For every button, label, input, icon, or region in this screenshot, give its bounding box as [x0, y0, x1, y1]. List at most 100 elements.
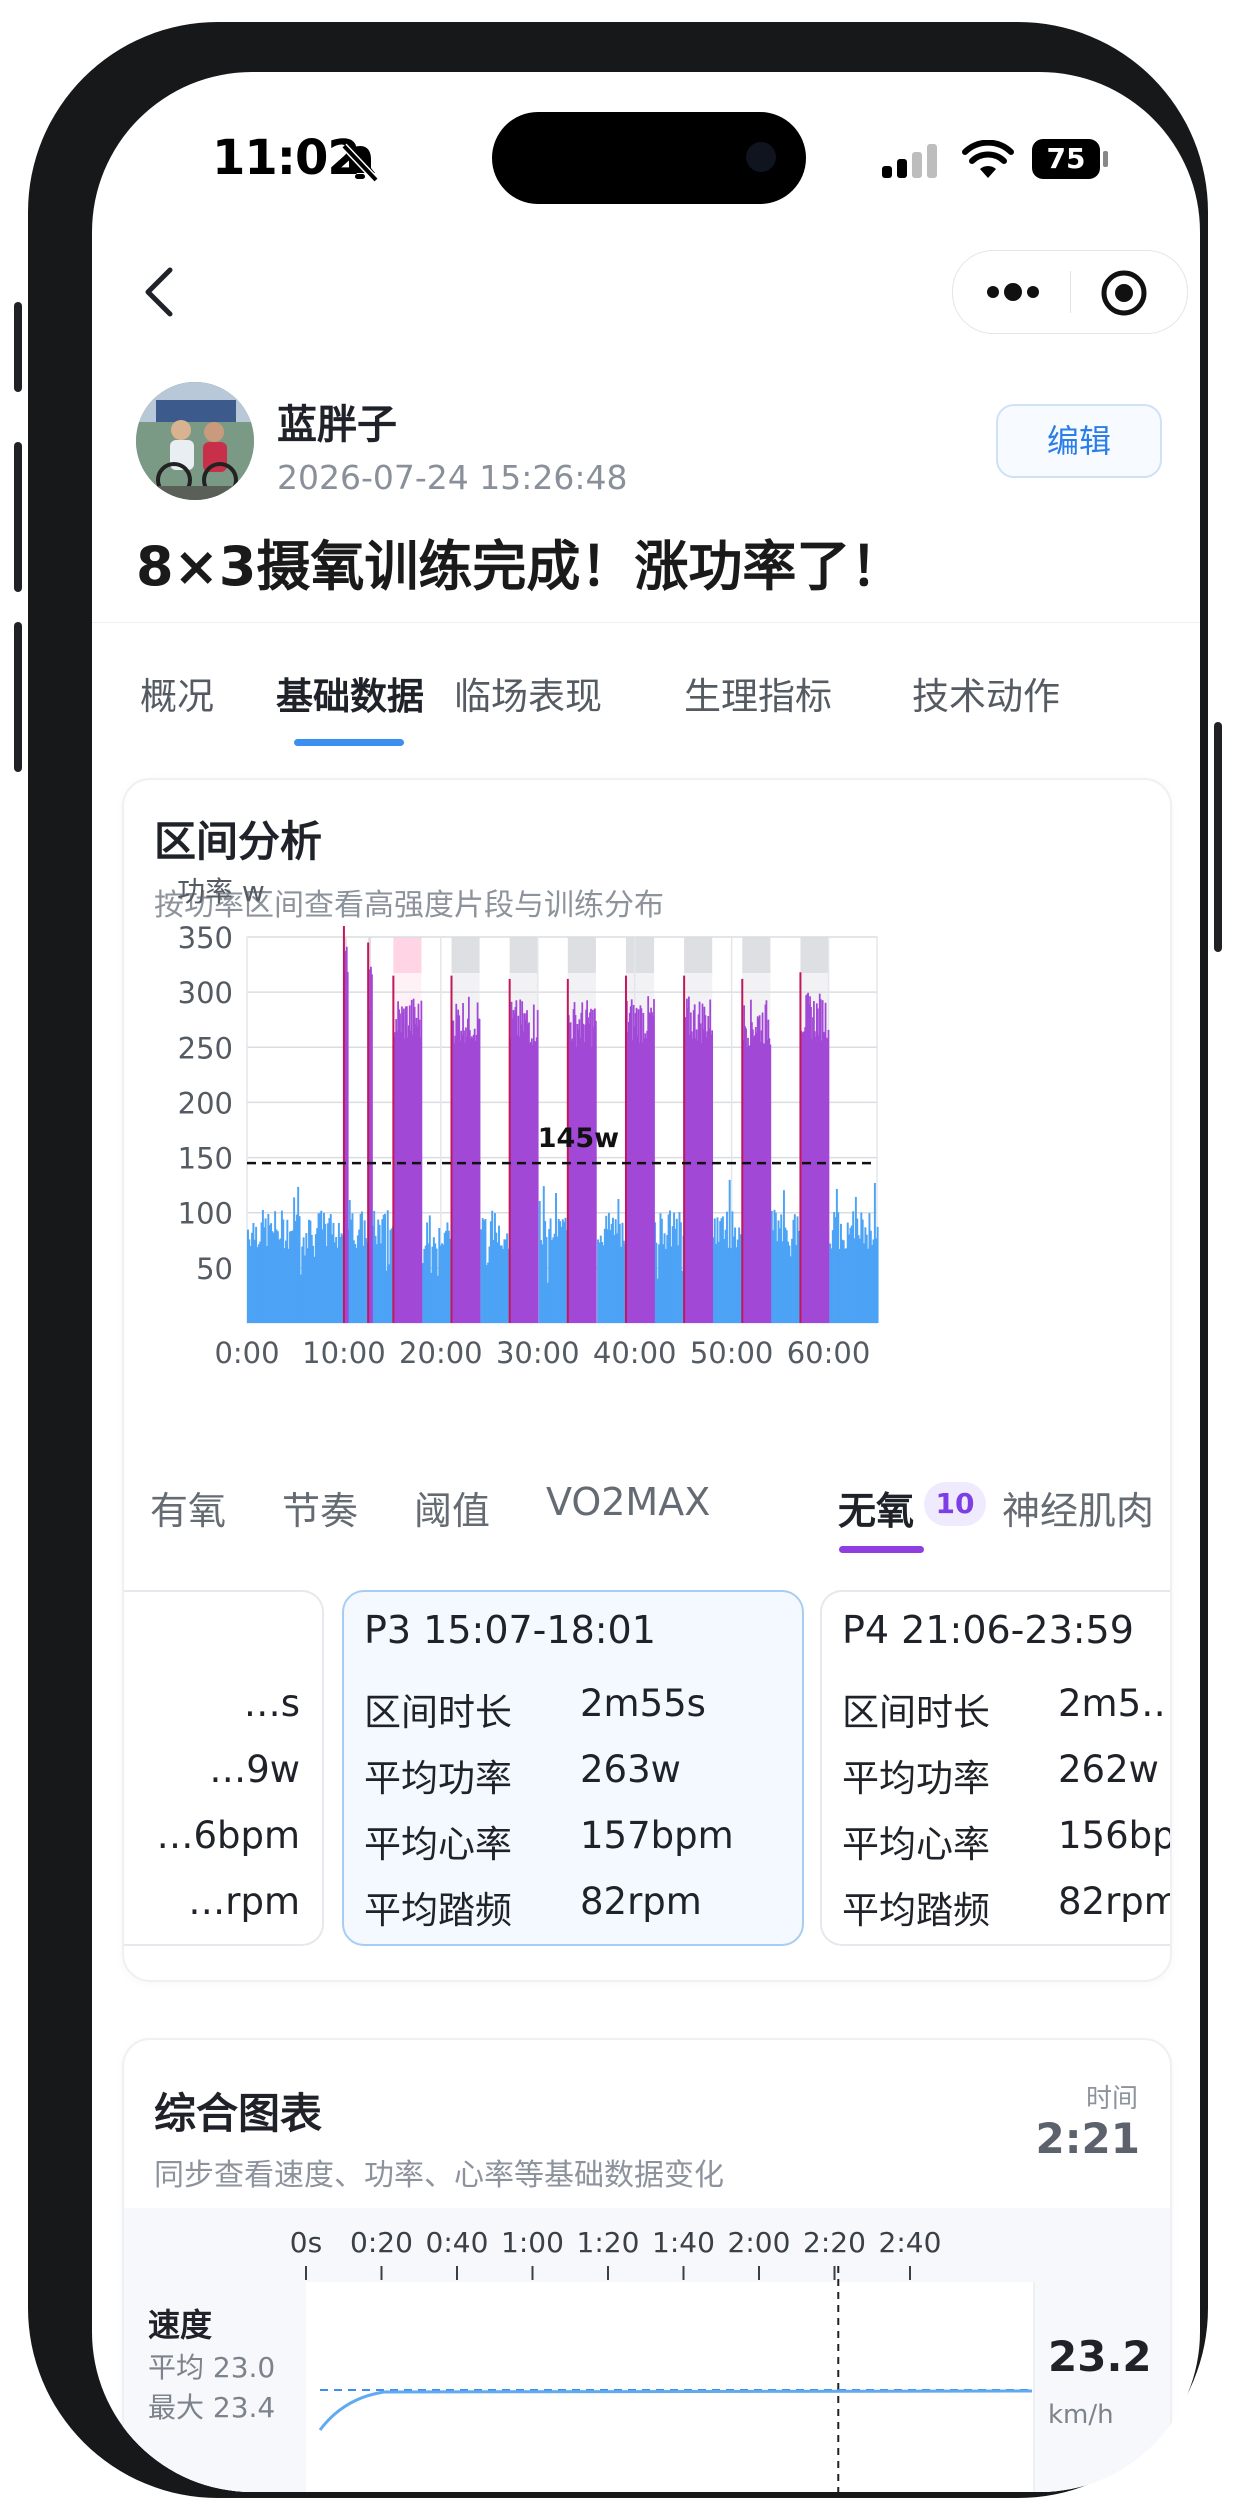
- x-tick-label: 40:00: [593, 1336, 677, 1370]
- y-tick-label: 100: [178, 1197, 233, 1231]
- zone-tab-anaerobic[interactable]: 无氧: [838, 1480, 914, 1535]
- interval-card[interactable]: P2 …:01区间时长…s平均功率…9w平均心率…6bpm平均踏频…rpm: [124, 1590, 324, 1946]
- interval-band: [684, 937, 713, 973]
- interval-row-value: 157bpm: [580, 1814, 734, 1857]
- phone-action-button: [14, 302, 22, 392]
- status-time: 11:02: [212, 130, 361, 186]
- tab-overview[interactable]: 概况: [140, 666, 214, 720]
- dynamic-island: [492, 112, 806, 204]
- speed-current-value: 23.2: [1048, 2332, 1152, 2381]
- interval-power-bar: [371, 974, 373, 1323]
- interval-row-value: 156bpm: [1058, 1814, 1170, 1857]
- interval-row-value: …6bpm: [156, 1814, 300, 1857]
- interval-band: [742, 937, 771, 973]
- user-name[interactable]: 蓝胖子: [277, 392, 397, 450]
- edit-button[interactable]: 编辑: [996, 404, 1162, 478]
- interval-row-label: 区间时长: [842, 1691, 990, 1734]
- interval-row-value: 2m55s: [580, 1682, 706, 1725]
- zone-analysis-card: 区间分析 按功率区间查看高强度片段与训练分布 350 300 250 200 150 10…: [122, 778, 1172, 1982]
- interval-band: [451, 937, 480, 973]
- interval-band: [509, 937, 538, 973]
- more-icon[interactable]: [983, 277, 1043, 307]
- y-tick-label: 150: [178, 1142, 233, 1176]
- interval-carousel[interactable]: P2 …:01区间时长…s平均功率…9w平均心率…6bpm平均踏频…rpm P3 …: [124, 1590, 1170, 1950]
- timeline-tick-label: 1:20: [577, 2226, 640, 2259]
- interval-power-bar: [594, 1020, 597, 1323]
- interval-row-label: 区间时长: [364, 1691, 512, 1734]
- miniprogram-capsule: [952, 250, 1188, 334]
- interval-band: [625, 937, 655, 973]
- bell-off-icon: [341, 143, 379, 182]
- speed-plot-area: [306, 2282, 1034, 2492]
- interval-row-label: 平均踏频: [842, 1889, 990, 1932]
- tab-basic-data[interactable]: 基础数据: [276, 666, 424, 720]
- phone-frame: 11:02 75 蓝胖子 2026-07-24 15:26:48 编辑 8×3摄…: [14, 22, 1222, 2498]
- combined-timeline-chart[interactable]: 0s 0:20 0:40 1:00 1:20 1:40 2:00 2:20 2:40: [124, 2040, 1170, 2492]
- anaerobic-count-badge: 10: [924, 1482, 986, 1526]
- close-target-icon[interactable]: [1099, 268, 1149, 318]
- back-chevron-icon[interactable]: [132, 262, 192, 322]
- timeline-tick-label: 2:40: [879, 2226, 942, 2259]
- zone-tab-aerobic[interactable]: 有氧: [150, 1480, 226, 1535]
- wifi-icon: [962, 140, 1014, 178]
- zone-tab-vo2max[interactable]: VO2MAX: [546, 1480, 710, 1524]
- zone-tab-tempo[interactable]: 节奏: [282, 1480, 358, 1535]
- interval-row-label: 平均心率: [842, 1823, 990, 1866]
- interval-row-value: …rpm: [188, 1880, 300, 1923]
- interval-card[interactable]: P3 15:07-18:01 区间时长 2m55s 平均功率 263w 平均心率 157bp…: [342, 1590, 804, 1946]
- avatar[interactable]: [136, 382, 254, 500]
- interval-row-label: 平均功率: [364, 1757, 512, 1800]
- phone-volume-up-button: [14, 442, 22, 592]
- status-bar: 11:02 75: [92, 72, 1200, 222]
- interval-card[interactable]: P4 21:06-23:59 区间时长 2m5… 平均功率 262w 平均心率 156bpm…: [820, 1590, 1170, 1946]
- app-screen: 11:02 75 蓝胖子 2026-07-24 15:26:48 编辑 8×3摄…: [92, 72, 1200, 2492]
- interval-row-value: 2m5…: [1058, 1682, 1170, 1725]
- power-bar: [876, 1226, 879, 1323]
- timeline-tick-label: 2:00: [728, 2226, 791, 2259]
- interval-power-bar: [827, 1029, 830, 1323]
- avatar-photo: [136, 382, 254, 500]
- threshold-label: 145w: [538, 1123, 619, 1154]
- post-timestamp: 2026-07-24 15:26:48: [277, 458, 628, 497]
- interval-header: P4 21:06-23:59: [842, 1608, 1134, 1652]
- y-tick-label: 250: [178, 1031, 233, 1065]
- battery-icon: 75: [1032, 139, 1100, 179]
- tab-physiology[interactable]: 生理指标: [684, 666, 832, 720]
- x-tick-label: 60:00: [787, 1336, 871, 1370]
- zone-tab-neuromuscular[interactable]: 神经肌肉: [1002, 1480, 1154, 1535]
- tab-technique[interactable]: 技术动作: [912, 666, 1060, 720]
- interval-header: P3 15:07-18:01: [364, 1608, 656, 1652]
- speed-metric-name: 速度: [148, 2306, 213, 2344]
- capsule-divider: [1070, 271, 1071, 313]
- interval-power-bar: [653, 999, 655, 1323]
- y-axis-label: 功率 w: [177, 875, 265, 908]
- timeline-tick-label: 1:40: [652, 2226, 715, 2259]
- section-tabs: 概况 基础数据 临场表现 生理指标 技术动作: [92, 666, 1200, 746]
- timeline-tick-label: 2:20: [803, 2226, 866, 2259]
- x-tick-label: 10:00: [302, 1336, 386, 1370]
- y-tick-label: 200: [178, 1086, 233, 1120]
- interval-power-bar: [346, 971, 349, 1323]
- tab-race-performance[interactable]: 临场表现: [454, 666, 602, 720]
- speed-unit: km/h: [1048, 2400, 1114, 2430]
- x-tick-label: 30:00: [496, 1336, 580, 1370]
- interval-band: [800, 937, 829, 973]
- zone-tab-threshold[interactable]: 阈值: [414, 1480, 490, 1535]
- x-tick-label: 0:00: [214, 1336, 279, 1370]
- combined-chart-card: 综合图表 同步查看速度、功率、心率等基础数据变化 时间 2:21 0s 0:20 0…: [122, 2038, 1172, 2492]
- interval-row-value: …s: [243, 1682, 300, 1725]
- interval-band: [567, 937, 596, 973]
- phone-volume-down-button: [14, 622, 22, 772]
- interval-row-value: …9w: [209, 1748, 300, 1791]
- interval-power-bar: [711, 1030, 714, 1323]
- power-chart[interactable]: 350 300 250 200 150 100 50 0:00 10:00 20:00 30:00 4…: [124, 780, 1170, 1480]
- y-tick-label: 300: [178, 976, 233, 1010]
- y-tick-label: 50: [196, 1252, 233, 1286]
- x-tick-label: 20:00: [399, 1336, 483, 1370]
- header-divider: [92, 622, 1200, 623]
- interval-row-label: 平均心率: [364, 1823, 512, 1866]
- timeline-tick-label: 1:00: [501, 2226, 564, 2259]
- speed-max: 最大 23.4: [148, 2391, 276, 2424]
- speed-average: 平均 23.0: [148, 2351, 276, 2384]
- camera-icon: [746, 142, 776, 172]
